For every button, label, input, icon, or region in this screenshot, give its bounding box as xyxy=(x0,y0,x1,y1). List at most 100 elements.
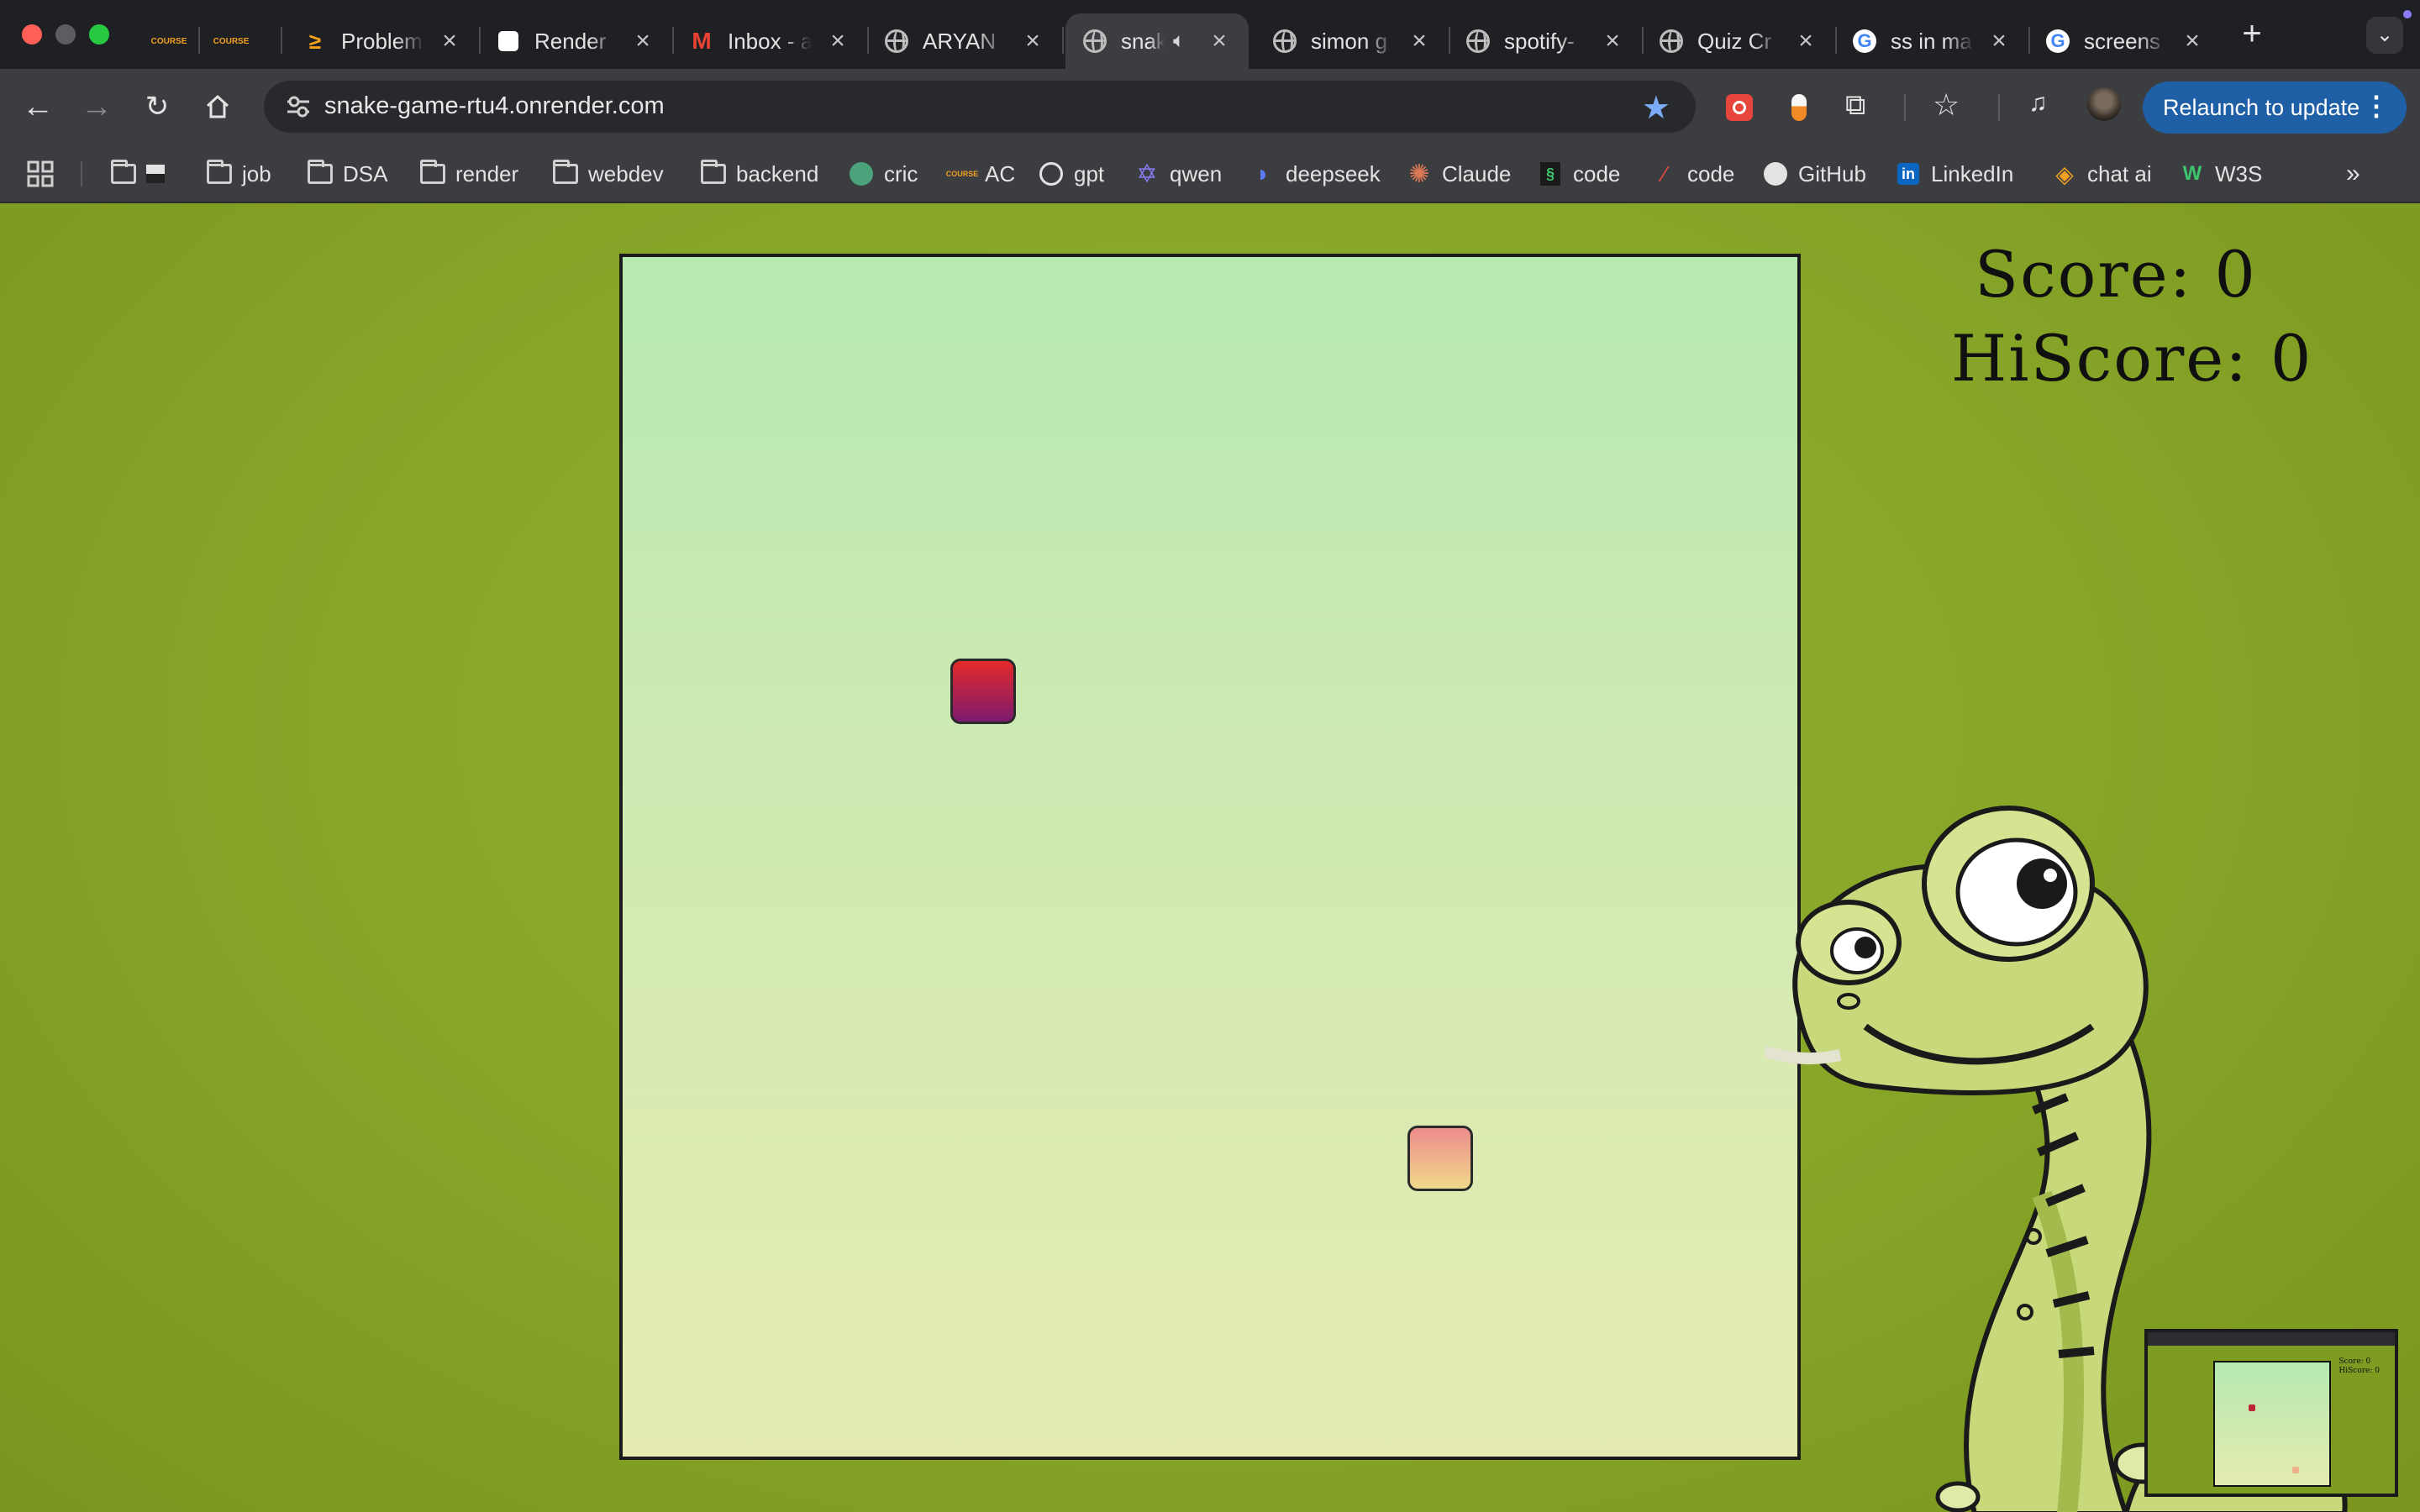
bookmark-github[interactable]: GitHub xyxy=(1763,158,1866,190)
close-tab-icon[interactable]: × xyxy=(2181,29,2203,54)
apps-button[interactable] xyxy=(27,158,54,190)
relaunch-to-update-button[interactable]: Relaunch to update ⋮ xyxy=(2143,81,2407,134)
arrow-left-icon: ← xyxy=(22,88,54,124)
url-text[interactable]: snake-game-rtu4.onrender.com xyxy=(324,92,665,120)
reading-list-icon[interactable]: ☆ xyxy=(1933,87,1960,123)
speaker-icon[interactable]: 🔈︎ xyxy=(1173,29,1185,53)
bookmark-linkedin[interactable]: in LinkedIn xyxy=(1896,158,2013,190)
bookmark-code-2[interactable]: ⁄ code xyxy=(1652,158,1735,190)
tab-course-2[interactable]: COURSE xyxy=(202,13,282,69)
tab-screens[interactable]: G screens × xyxy=(2028,13,2222,69)
address-bar[interactable]: snake-game-rtu4.onrender.com ★ xyxy=(264,81,1696,133)
bookmark-job[interactable]: job xyxy=(207,158,271,190)
tab-inbox[interactable]: M Inbox - a × xyxy=(672,13,869,69)
bookmarks-divider xyxy=(81,161,82,186)
tab-aryan[interactable]: ARYAN × xyxy=(867,13,1064,69)
close-tab-icon[interactable]: × xyxy=(1022,29,1044,54)
folder-icon xyxy=(701,160,726,186)
maximize-window-button[interactable] xyxy=(89,24,109,45)
thumbnail-food xyxy=(2292,1467,2299,1473)
bookmark-render[interactable]: render xyxy=(420,158,518,190)
globe-icon xyxy=(1272,29,1297,54)
close-tab-icon[interactable]: × xyxy=(1988,29,2010,54)
bookmark-qwen[interactable]: ✡ qwen xyxy=(1134,158,1222,190)
browser-toolbar: ← → ↻ snake-game-rtu4.onrender.com ★ ⧉ ☆… xyxy=(0,69,2420,144)
close-window-button[interactable] xyxy=(22,24,42,45)
bookmark-cric[interactable]: cric xyxy=(849,158,918,190)
toolbar-divider xyxy=(1904,94,1906,121)
bookmark-ac[interactable]: COURSE AC xyxy=(946,158,1015,190)
bookmark-code-1[interactable]: § code xyxy=(1538,158,1620,190)
folder-icon xyxy=(420,160,445,186)
site-settings-icon[interactable] xyxy=(286,95,311,118)
tab-strip: COURSE COURSE ≥ Problem × Render × M Inb… xyxy=(0,0,2420,69)
folder-icon xyxy=(111,160,136,186)
hiscore-display: HiScore: 0 xyxy=(1951,321,2313,396)
food-cell xyxy=(1407,1126,1473,1191)
close-tab-icon[interactable]: × xyxy=(1208,29,1230,54)
close-tab-icon[interactable]: × xyxy=(439,29,460,54)
bookmark-backend[interactable]: backend xyxy=(701,158,818,190)
globe-icon xyxy=(1465,29,1491,54)
google-icon: G xyxy=(1852,29,1877,54)
snake-game-page: Score: 0 HiScore: 0 Score: 0 HiScore: 0 xyxy=(0,203,2420,1512)
bookmark-gpt[interactable]: gpt xyxy=(1039,158,1104,190)
deepseek-icon: ◗ xyxy=(1255,160,1270,186)
tab-search-button[interactable]: ⌄ xyxy=(2366,17,2403,54)
arrow-right-icon: → xyxy=(81,88,113,124)
reload-button[interactable]: ↻ xyxy=(138,87,176,126)
bookmark-claude[interactable]: ✺ Claude xyxy=(1407,158,1511,190)
new-tab-button[interactable]: + xyxy=(2233,15,2270,52)
back-button[interactable]: ← xyxy=(18,87,57,126)
thumbnail-snake-head xyxy=(2249,1404,2255,1411)
bookmark-star-icon[interactable]: ★ xyxy=(1642,89,1670,127)
bookmarks-bar: job DSA render webdev backend cric COURS… xyxy=(0,144,2420,203)
code-icon: § xyxy=(1538,161,1563,186)
bookmark-w3s[interactable]: W W3S xyxy=(2180,158,2263,190)
tab-course-1[interactable]: COURSE xyxy=(139,13,200,69)
screenshot-thumbnail[interactable]: Score: 0 HiScore: 0 xyxy=(2144,1329,2398,1497)
bookmark-unnamed-folder[interactable] xyxy=(111,158,165,190)
globe-icon xyxy=(1659,29,1684,54)
bookmark-webdev[interactable]: webdev xyxy=(553,158,664,190)
forward-button[interactable]: → xyxy=(77,87,116,126)
extension-capsule-icon[interactable] xyxy=(1791,94,1807,121)
bookmark-deepseek[interactable]: ◗ deepseek xyxy=(1250,158,1381,190)
tab-spotify[interactable]: spotify- × xyxy=(1449,13,1644,69)
minimize-window-button[interactable] xyxy=(55,24,76,45)
qwen-icon: ✡ xyxy=(1136,160,1158,188)
extension-opera-icon[interactable] xyxy=(1726,94,1753,121)
game-board[interactable] xyxy=(619,254,1801,1460)
course-icon: COURSE xyxy=(213,36,250,46)
chat-ai-icon: ◈ xyxy=(2055,160,2074,187)
tab-quiz[interactable]: Quiz Cr × xyxy=(1642,13,1837,69)
tab-ss[interactable]: G ss in ma × xyxy=(1835,13,2030,69)
tab-problem[interactable]: ≥ Problem × xyxy=(286,13,481,69)
score-display: Score: 0 xyxy=(1975,237,2257,312)
linkedin-icon: in xyxy=(1896,161,1921,186)
snake-head xyxy=(950,659,1016,724)
close-tab-icon[interactable]: × xyxy=(632,29,654,54)
w3schools-icon: W xyxy=(2182,162,2202,185)
close-tab-icon[interactable]: × xyxy=(1602,29,1623,54)
course-icon: COURSE xyxy=(150,36,187,46)
github-icon xyxy=(1763,161,1788,186)
reload-icon: ↻ xyxy=(145,91,170,123)
close-tab-icon[interactable]: × xyxy=(1408,29,1430,54)
extensions-puzzle-icon[interactable]: ⧉ xyxy=(1845,89,1865,122)
more-menu-icon[interactable]: ⋮ xyxy=(2363,90,2390,122)
bookmarks-overflow-button[interactable]: » xyxy=(2346,158,2360,190)
home-button[interactable] xyxy=(198,87,237,126)
bookmark-dsa[interactable]: DSA xyxy=(308,158,387,190)
gmail-icon: M xyxy=(692,28,712,54)
close-tab-icon[interactable]: × xyxy=(827,29,849,54)
tab-render[interactable]: Render × xyxy=(479,13,674,69)
bookmark-chat-ai[interactable]: ◈ chat ai xyxy=(2052,158,2151,190)
profile-avatar[interactable] xyxy=(2087,87,2121,121)
cricbuzz-icon xyxy=(849,161,874,186)
tab-simon[interactable]: simon g × xyxy=(1255,13,1450,69)
tab-snake-game[interactable]: snak 🔈︎ × xyxy=(1065,13,1249,69)
close-tab-icon[interactable]: × xyxy=(1795,29,1817,54)
media-control-icon[interactable]: ♫ xyxy=(2028,89,2048,118)
thumbnail-scores: Score: 0 HiScore: 0 xyxy=(2338,1357,2380,1375)
